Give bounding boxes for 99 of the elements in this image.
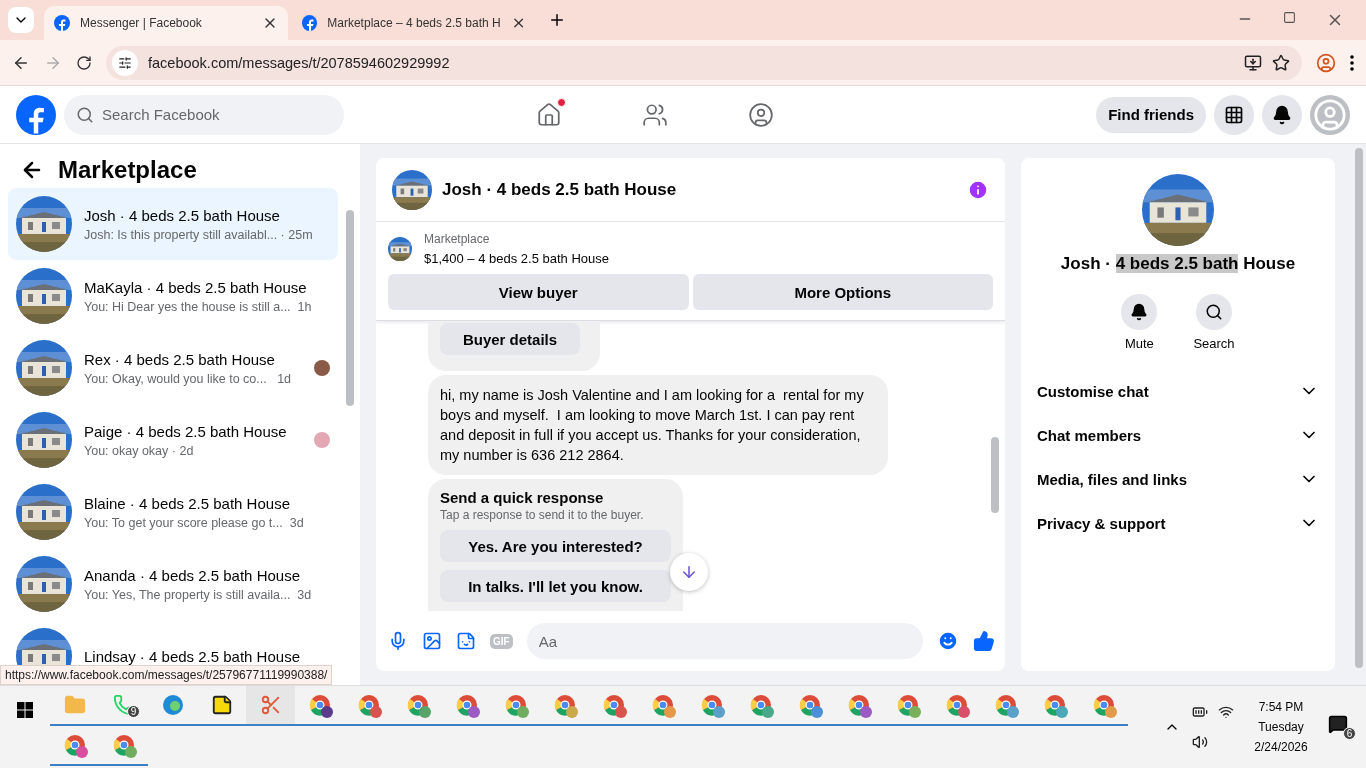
action-label: Search <box>1193 336 1235 351</box>
listing-button[interactable]: More Options <box>692 274 993 310</box>
status-url: https://www.facebook.com/messages/t/25796771119990388/ <box>0 665 333 685</box>
info-icon[interactable] <box>967 178 989 201</box>
sticker-icon[interactable] <box>456 631 476 651</box>
count-badge: 9 <box>127 705 140 718</box>
search-icon <box>1205 303 1223 321</box>
url-text: facebook.com/messages/t/2078594602929992 <box>148 54 451 71</box>
details-section[interactable]: Customise chat <box>1021 369 1335 413</box>
wifi-icon[interactable] <box>1218 704 1234 720</box>
reload-icon[interactable] <box>76 54 92 71</box>
quick-response-button[interactable]: In talks. I'll let you know. <box>440 570 671 602</box>
message-preview: You: Yes, The property is still availa... 3d <box>84 587 313 602</box>
browser-tab[interactable]: Messenger | Facebook <box>44 6 288 40</box>
message-preview: You: okay okay · 2d <box>84 443 195 458</box>
conversation-item[interactable]: Josh · 4 beds 2.5 bath House Josh: Is this property still availabl... · 25m <box>8 188 338 260</box>
profile-icon[interactable] <box>1316 52 1336 73</box>
conversation-title: Paige · 4 beds 2.5 bath House <box>84 422 288 440</box>
conversation-item[interactable]: Ananda · 4 beds 2.5 bath House You: Yes, The property is still availa... 3d <box>8 548 338 620</box>
swirl-icon <box>161 694 184 716</box>
note-icon <box>210 694 233 716</box>
windows-icon[interactable] <box>17 702 33 718</box>
buyer-details-button[interactable]: Buyer details <box>440 323 580 355</box>
grid-icon <box>1224 104 1244 125</box>
notifications-button[interactable] <box>1262 94 1302 135</box>
facebook-icon <box>302 15 318 31</box>
conversation-title: Lindsay · 4 beds 2.5 bath House <box>84 647 301 665</box>
facebook-logo[interactable] <box>16 94 56 135</box>
browser-tab[interactable]: Marketplace – 4 beds 2.5 bath H <box>292 6 536 40</box>
message-text: hi, my name is Josh Valentine and I am looking for a rental for my boys and myself. I am looking to move March 1st. I can pay rent and deposit in full if you accept us. Thanks for your consideration, my number is 636 212 2864. <box>440 386 865 465</box>
find-friends-button[interactable]: Find friends <box>1096 96 1206 133</box>
conversation-title: Blaine · 4 beds 2.5 bath House <box>84 494 291 512</box>
tab-title: Messenger | Facebook <box>80 16 203 30</box>
message-preview: You: Okay, would you like to co... 1d <box>84 371 293 386</box>
mute-button[interactable] <box>1121 294 1158 330</box>
search-button[interactable] <box>1196 294 1232 330</box>
taskbar-app[interactable]: 9 <box>99 686 148 726</box>
message-preview: You: To get your score please go t... 3d <box>84 515 305 530</box>
listing-label: Marketplace <box>424 232 491 246</box>
sidebar-title: Marketplace <box>58 156 197 184</box>
menu-button[interactable] <box>1214 94 1254 135</box>
thumbs-up-icon[interactable] <box>973 630 995 652</box>
conversation-item[interactable]: Rex · 4 beds 2.5 bath House You: Okay, would you like to co... 1d <box>8 332 338 404</box>
quick-response-hint: Tap a response to send it to the buyer. <box>440 508 644 522</box>
tab-list-button[interactable] <box>8 7 34 33</box>
chat-title: Josh · 4 beds 2.5 bath House <box>442 179 678 200</box>
arrow-down-icon <box>680 563 698 581</box>
conversation-title: Ananda · 4 beds 2.5 bath House <box>84 566 301 584</box>
details-section[interactable]: Chat members <box>1021 413 1335 457</box>
conversation-title: Josh · 4 beds 2.5 bath House <box>84 206 281 224</box>
notifications-button[interactable]: 6 <box>1328 714 1356 740</box>
install-icon[interactable] <box>1244 53 1262 72</box>
listing-button[interactable]: View buyer <box>388 274 689 310</box>
action-label: Mute <box>1124 336 1154 351</box>
message-preview: You: Hi Dear yes the house is still a... 1h <box>84 299 313 314</box>
details-section[interactable]: Media, files and links <box>1021 457 1335 501</box>
conversation-item[interactable]: Blaine · 4 beds 2.5 bath House You: To get your score please go t... 3d <box>8 476 338 548</box>
microphone-icon[interactable] <box>388 631 408 651</box>
clock-day[interactable]: Tuesday <box>1258 720 1304 734</box>
maximize-icon[interactable] <box>1283 11 1296 24</box>
address-bar[interactable]: facebook.com/messages/t/2078594602929992 <box>106 45 1302 80</box>
message-icon <box>1328 714 1348 734</box>
clock-date[interactable]: 2/24/2026 <box>1254 740 1308 754</box>
image-icon[interactable] <box>422 631 442 651</box>
details-section[interactable]: Privacy & support <box>1021 501 1335 545</box>
conversation-item[interactable]: Paige · 4 beds 2.5 bath House You: okay okay · 2d <box>8 404 338 476</box>
user-circle-icon[interactable] <box>748 101 774 128</box>
count-badge: 6 <box>1343 727 1356 740</box>
home-icon[interactable] <box>536 101 562 128</box>
emoji-icon[interactable] <box>937 630 959 652</box>
scissors-icon <box>259 694 282 716</box>
clock-time[interactable]: 7:54 PM <box>1258 700 1304 714</box>
conversation-item[interactable]: MaKayla · 4 beds 2.5 bath House You: Hi Dear yes the house is still a... 1h <box>8 260 338 332</box>
battery-icon[interactable] <box>1192 704 1208 720</box>
message-field[interactable]: Aa <box>526 623 923 659</box>
message-preview: Josh: Is this property still availabl... · 25m <box>84 227 314 242</box>
new-tab-icon[interactable] <box>548 11 566 29</box>
tab-title: Marketplace – 4 beds 2.5 bath H <box>327 16 501 30</box>
bookmark-icon[interactable] <box>1272 53 1290 72</box>
search-icon <box>76 105 94 124</box>
scroll-down-button[interactable] <box>670 553 708 591</box>
listing-title: $1,400 – 4 beds 2.5 bath House <box>424 251 610 266</box>
facebook-icon <box>54 15 70 31</box>
scrollbar[interactable] <box>346 210 354 406</box>
conversation-title: MaKayla · 4 beds 2.5 bath House <box>84 278 308 296</box>
quick-response-title: Send a quick response <box>440 489 605 506</box>
contact-name: Josh · 4 beds 2.5 bath House <box>1060 254 1296 274</box>
site-settings-icon[interactable] <box>118 55 132 70</box>
bell-icon <box>1272 104 1292 125</box>
conversation-title: Rex · 4 beds 2.5 bath House <box>84 350 276 368</box>
menu-icon[interactable] <box>1350 54 1354 71</box>
quick-response-button[interactable]: Yes. Are you interested? <box>440 530 671 562</box>
folder-icon <box>63 694 86 716</box>
scrollbar[interactable] <box>991 437 999 513</box>
search-field[interactable]: Search Facebook <box>64 94 344 135</box>
bell-icon <box>1130 303 1149 321</box>
scrollbar[interactable] <box>1355 148 1363 668</box>
volume-icon[interactable] <box>1192 734 1208 750</box>
people-icon[interactable] <box>642 101 668 128</box>
